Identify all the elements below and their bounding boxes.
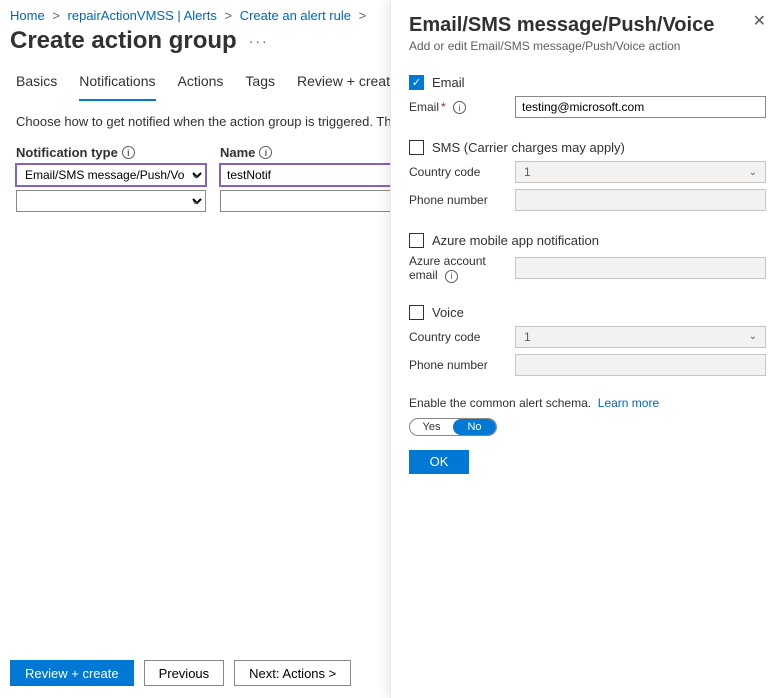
schema-toggle[interactable]: Yes No <box>409 418 497 436</box>
schema-toggle-no[interactable]: No <box>453 419 496 435</box>
info-icon[interactable]: i <box>445 270 458 283</box>
voice-phone-label: Phone number <box>409 358 515 372</box>
review-create-button[interactable]: Review + create <box>10 660 134 686</box>
sms-phone-input[interactable] <box>515 189 766 211</box>
notification-type-select-empty[interactable] <box>16 190 206 212</box>
breadcrumb-home[interactable]: Home <box>10 8 45 23</box>
voice-checkbox[interactable] <box>409 305 424 320</box>
col-header-type: Notification type <box>16 145 118 160</box>
schema-toggle-yes[interactable]: Yes <box>410 419 453 435</box>
learn-more-link[interactable]: Learn more <box>598 396 659 410</box>
breadcrumb-resource[interactable]: repairActionVMSS | Alerts <box>68 8 217 23</box>
side-panel: Email/SMS message/Push/Voice Add or edit… <box>390 0 784 698</box>
email-field-label: Email <box>409 100 439 114</box>
col-header-name: Name <box>220 145 255 160</box>
email-input[interactable] <box>515 96 766 118</box>
chevron-right-icon: > <box>52 8 60 23</box>
sms-phone-label: Phone number <box>409 193 515 207</box>
tab-basics[interactable]: Basics <box>16 65 57 101</box>
tab-review[interactable]: Review + create <box>297 65 398 101</box>
email-checkbox-label: Email <box>432 75 465 90</box>
info-icon[interactable]: i <box>453 101 466 114</box>
previous-button[interactable]: Previous <box>144 660 225 686</box>
sms-country-code-select[interactable]: 1⌄ <box>515 161 766 183</box>
schema-text: Enable the common alert schema. <box>409 396 591 410</box>
push-account-email-input[interactable] <box>515 257 766 279</box>
chevron-right-icon: > <box>224 8 232 23</box>
sms-checkbox[interactable] <box>409 140 424 155</box>
close-icon[interactable]: ✕ <box>753 14 766 30</box>
voice-phone-input[interactable] <box>515 354 766 376</box>
chevron-down-icon: ⌄ <box>749 167 757 178</box>
email-checkbox[interactable]: ✓ <box>409 75 424 90</box>
push-checkbox[interactable] <box>409 233 424 248</box>
tab-tags[interactable]: Tags <box>245 65 275 101</box>
breadcrumb-create-rule[interactable]: Create an alert rule <box>240 8 351 23</box>
page-title: Create action group <box>10 27 237 55</box>
sms-checkbox-label: SMS (Carrier charges may apply) <box>432 140 625 155</box>
push-checkbox-label: Azure mobile app notification <box>432 233 599 248</box>
tab-actions[interactable]: Actions <box>178 65 224 101</box>
more-icon[interactable]: ··· <box>249 33 269 49</box>
chevron-right-icon: > <box>359 8 367 23</box>
voice-country-code-label: Country code <box>409 330 515 344</box>
panel-subtitle: Add or edit Email/SMS message/Push/Voice… <box>409 39 714 53</box>
ok-button[interactable]: OK <box>409 450 469 474</box>
panel-title: Email/SMS message/Push/Voice <box>409 14 714 37</box>
voice-country-code-select[interactable]: 1⌄ <box>515 326 766 348</box>
tab-notifications[interactable]: Notifications <box>79 65 155 101</box>
sms-country-code-label: Country code <box>409 165 515 179</box>
info-icon[interactable]: i <box>259 146 272 159</box>
next-actions-button[interactable]: Next: Actions > <box>234 660 351 686</box>
info-icon[interactable]: i <box>122 146 135 159</box>
chevron-down-icon: ⌄ <box>749 331 757 342</box>
notification-type-select[interactable]: Email/SMS message/Push/Voice <box>16 164 206 186</box>
voice-checkbox-label: Voice <box>432 305 464 320</box>
